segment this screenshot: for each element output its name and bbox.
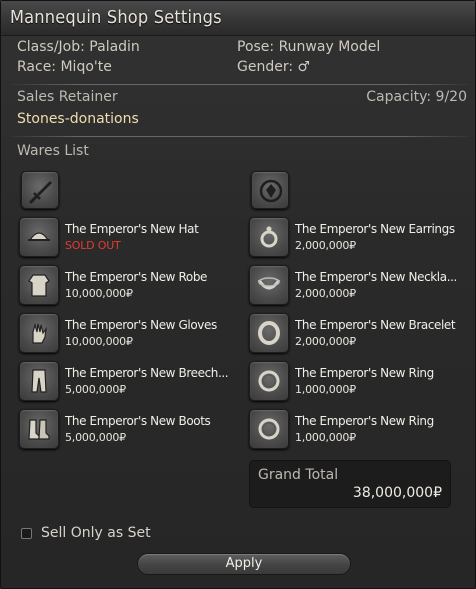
ware-slot[interactable] — [19, 217, 59, 257]
title-bar[interactable]: Mannequin Shop Settings — [1, 1, 475, 36]
divider — [11, 84, 469, 85]
ware-price: 2,000,000₽ — [295, 239, 356, 252]
ware-price: 2,000,000₽ — [295, 287, 356, 300]
sword-icon — [29, 181, 52, 204]
ware-name[interactable]: The Emperor's New Gloves — [65, 318, 217, 332]
window-title: Mannequin Shop Settings — [10, 7, 222, 28]
ware-slot[interactable] — [19, 361, 59, 401]
grand-total-panel: Grand Total 38,000,000₽ — [249, 460, 451, 508]
retainer-name: Stones-donations — [17, 111, 139, 127]
wares-list-heading: Wares List — [17, 143, 89, 159]
ware-price: 5,000,000₽ — [65, 383, 126, 396]
ware-slot[interactable] — [19, 265, 59, 305]
earrings-icon — [260, 226, 278, 248]
ware-slot[interactable] — [249, 361, 289, 401]
pose-label: Pose: Runway Model — [237, 39, 381, 55]
ware-name[interactable]: The Emperor's New Hat — [65, 222, 199, 236]
ware-slot[interactable] — [249, 313, 289, 353]
ware-slot[interactable] — [19, 409, 59, 449]
ware-price: 5,000,000₽ — [65, 431, 126, 444]
ware-slot[interactable] — [249, 217, 289, 257]
gender-label: Gender: ♂ — [237, 59, 311, 75]
ware-price: 2,000,000₽ — [295, 335, 356, 348]
bracelet-icon — [258, 321, 280, 345]
boots-icon — [28, 419, 50, 440]
sold-out-label: SOLD OUT — [65, 239, 121, 252]
ware-price: 1,000,000₽ — [295, 431, 356, 444]
sales-retainer-heading: Sales Retainer — [17, 89, 118, 105]
ware-name[interactable]: The Emperor's New Robe — [65, 270, 207, 284]
divider — [11, 136, 469, 137]
category-tab-accessories[interactable] — [251, 171, 289, 209]
ware-slot[interactable] — [19, 313, 59, 353]
ring-icon — [258, 370, 280, 392]
ware-price: 10,000,000₽ — [65, 287, 133, 300]
ware-name[interactable]: The Emperor's New Breech... — [65, 366, 229, 380]
mannequin-shop-settings-window: Mannequin Shop Settings Class/Job: Palad… — [0, 0, 476, 589]
ring-icon — [258, 418, 280, 440]
grand-total-value: 38,000,000₽ — [352, 485, 442, 501]
ware-name[interactable]: The Emperor's New Bracelet — [295, 318, 456, 332]
capacity-label: Capacity: 9/20 — [366, 89, 467, 105]
accessory-icon — [259, 179, 283, 203]
apply-button[interactable]: Apply — [137, 553, 351, 575]
ware-name[interactable]: The Emperor's New Neckla... — [295, 270, 457, 284]
ware-price: 1,000,000₽ — [295, 383, 356, 396]
breeches-icon — [31, 369, 47, 393]
hat-icon — [28, 232, 50, 241]
ware-slot[interactable] — [249, 409, 289, 449]
grand-total-label: Grand Total — [258, 467, 339, 483]
ware-name[interactable]: The Emperor's New Boots — [65, 414, 211, 428]
ware-name[interactable]: The Emperor's New Ring — [295, 414, 434, 428]
robe-icon — [28, 274, 50, 297]
ware-price: 10,000,000₽ — [65, 335, 133, 348]
ware-name[interactable]: The Emperor's New Ring — [295, 366, 434, 380]
class-job-label: Class/Job: Paladin — [17, 39, 140, 55]
sell-only-as-set-checkbox[interactable] — [21, 528, 32, 539]
sell-only-as-set-label[interactable]: Sell Only as Set — [41, 525, 151, 541]
ware-name[interactable]: The Emperor's New Earrings — [295, 222, 455, 236]
race-label: Race: Miqo'te — [17, 59, 112, 75]
ware-slot[interactable] — [249, 265, 289, 305]
gloves-icon — [32, 322, 47, 344]
category-tab-weapons[interactable] — [21, 171, 59, 209]
necklace-icon — [257, 277, 281, 290]
